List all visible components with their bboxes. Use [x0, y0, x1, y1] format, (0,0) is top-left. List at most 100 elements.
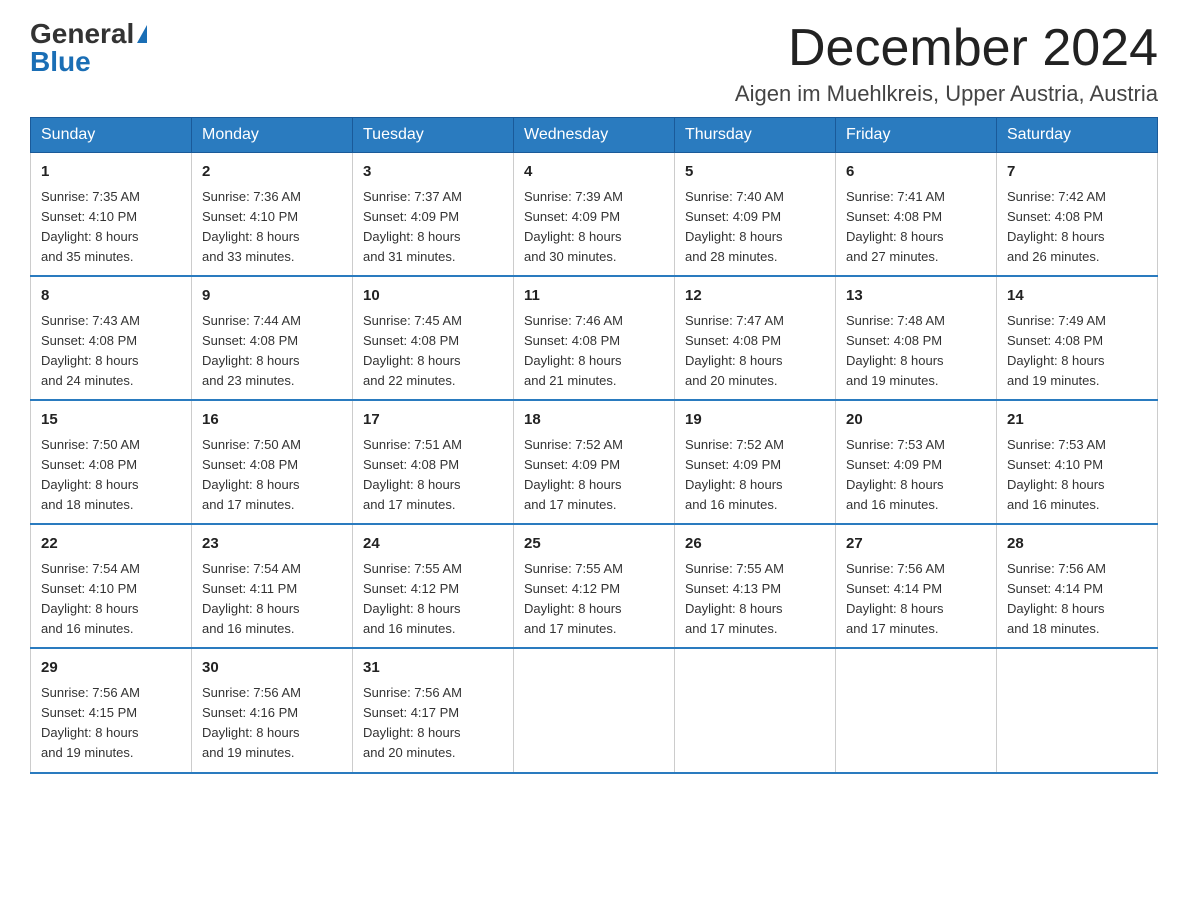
calendar-cell: 17 Sunrise: 7:51 AMSunset: 4:08 PMDaylig… [353, 400, 514, 524]
day-info: Sunrise: 7:56 AMSunset: 4:16 PMDaylight:… [202, 685, 301, 760]
day-info: Sunrise: 7:56 AMSunset: 4:17 PMDaylight:… [363, 685, 462, 760]
day-info: Sunrise: 7:56 AMSunset: 4:15 PMDaylight:… [41, 685, 140, 760]
calendar-cell: 24 Sunrise: 7:55 AMSunset: 4:12 PMDaylig… [353, 524, 514, 648]
day-info: Sunrise: 7:47 AMSunset: 4:08 PMDaylight:… [685, 313, 784, 388]
calendar-cell: 11 Sunrise: 7:46 AMSunset: 4:08 PMDaylig… [514, 276, 675, 400]
calendar-table: SundayMondayTuesdayWednesdayThursdayFrid… [30, 117, 1158, 773]
day-info: Sunrise: 7:52 AMSunset: 4:09 PMDaylight:… [524, 437, 623, 512]
day-number: 22 [41, 533, 181, 556]
calendar-cell: 31 Sunrise: 7:56 AMSunset: 4:17 PMDaylig… [353, 648, 514, 772]
page-header: General Blue December 2024 Aigen im Mueh… [30, 20, 1158, 107]
calendar-cell: 25 Sunrise: 7:55 AMSunset: 4:12 PMDaylig… [514, 524, 675, 648]
calendar-cell: 6 Sunrise: 7:41 AMSunset: 4:08 PMDayligh… [836, 153, 997, 277]
calendar-cell: 20 Sunrise: 7:53 AMSunset: 4:09 PMDaylig… [836, 400, 997, 524]
day-number: 6 [846, 161, 986, 184]
day-info: Sunrise: 7:55 AMSunset: 4:12 PMDaylight:… [363, 561, 462, 636]
day-number: 23 [202, 533, 342, 556]
day-number: 28 [1007, 533, 1147, 556]
day-info: Sunrise: 7:42 AMSunset: 4:08 PMDaylight:… [1007, 189, 1106, 264]
day-info: Sunrise: 7:48 AMSunset: 4:08 PMDaylight:… [846, 313, 945, 388]
calendar-cell: 30 Sunrise: 7:56 AMSunset: 4:16 PMDaylig… [192, 648, 353, 772]
calendar-cell: 10 Sunrise: 7:45 AMSunset: 4:08 PMDaylig… [353, 276, 514, 400]
weekday-header-saturday: Saturday [997, 118, 1158, 153]
weekday-header-wednesday: Wednesday [514, 118, 675, 153]
day-number: 4 [524, 161, 664, 184]
day-info: Sunrise: 7:55 AMSunset: 4:13 PMDaylight:… [685, 561, 784, 636]
title-area: December 2024 Aigen im Muehlkreis, Upper… [735, 20, 1158, 107]
calendar-header-row: SundayMondayTuesdayWednesdayThursdayFrid… [31, 118, 1158, 153]
weekday-header-sunday: Sunday [31, 118, 192, 153]
day-info: Sunrise: 7:35 AMSunset: 4:10 PMDaylight:… [41, 189, 140, 264]
day-number: 27 [846, 533, 986, 556]
day-info: Sunrise: 7:54 AMSunset: 4:10 PMDaylight:… [41, 561, 140, 636]
calendar-week-row: 22 Sunrise: 7:54 AMSunset: 4:10 PMDaylig… [31, 524, 1158, 648]
calendar-week-row: 29 Sunrise: 7:56 AMSunset: 4:15 PMDaylig… [31, 648, 1158, 772]
calendar-cell: 1 Sunrise: 7:35 AMSunset: 4:10 PMDayligh… [31, 153, 192, 277]
day-info: Sunrise: 7:56 AMSunset: 4:14 PMDaylight:… [1007, 561, 1106, 636]
day-number: 10 [363, 285, 503, 308]
calendar-cell [997, 648, 1158, 772]
day-number: 17 [363, 409, 503, 432]
calendar-cell [836, 648, 997, 772]
calendar-cell: 27 Sunrise: 7:56 AMSunset: 4:14 PMDaylig… [836, 524, 997, 648]
day-number: 1 [41, 161, 181, 184]
day-number: 13 [846, 285, 986, 308]
calendar-cell: 26 Sunrise: 7:55 AMSunset: 4:13 PMDaylig… [675, 524, 836, 648]
day-number: 21 [1007, 409, 1147, 432]
day-number: 26 [685, 533, 825, 556]
day-info: Sunrise: 7:44 AMSunset: 4:08 PMDaylight:… [202, 313, 301, 388]
calendar-cell: 2 Sunrise: 7:36 AMSunset: 4:10 PMDayligh… [192, 153, 353, 277]
calendar-cell: 22 Sunrise: 7:54 AMSunset: 4:10 PMDaylig… [31, 524, 192, 648]
day-info: Sunrise: 7:37 AMSunset: 4:09 PMDaylight:… [363, 189, 462, 264]
calendar-cell: 3 Sunrise: 7:37 AMSunset: 4:09 PMDayligh… [353, 153, 514, 277]
day-info: Sunrise: 7:54 AMSunset: 4:11 PMDaylight:… [202, 561, 301, 636]
location-subtitle: Aigen im Muehlkreis, Upper Austria, Aust… [735, 81, 1158, 107]
calendar-cell: 5 Sunrise: 7:40 AMSunset: 4:09 PMDayligh… [675, 153, 836, 277]
logo-general-text: General [30, 20, 134, 48]
weekday-header-friday: Friday [836, 118, 997, 153]
logo-blue-text: Blue [30, 48, 91, 76]
calendar-week-row: 15 Sunrise: 7:50 AMSunset: 4:08 PMDaylig… [31, 400, 1158, 524]
day-number: 8 [41, 285, 181, 308]
calendar-cell: 8 Sunrise: 7:43 AMSunset: 4:08 PMDayligh… [31, 276, 192, 400]
calendar-cell: 7 Sunrise: 7:42 AMSunset: 4:08 PMDayligh… [997, 153, 1158, 277]
day-number: 19 [685, 409, 825, 432]
day-number: 9 [202, 285, 342, 308]
calendar-cell: 13 Sunrise: 7:48 AMSunset: 4:08 PMDaylig… [836, 276, 997, 400]
day-number: 15 [41, 409, 181, 432]
day-number: 5 [685, 161, 825, 184]
day-info: Sunrise: 7:43 AMSunset: 4:08 PMDaylight:… [41, 313, 140, 388]
day-number: 18 [524, 409, 664, 432]
weekday-header-monday: Monday [192, 118, 353, 153]
day-number: 12 [685, 285, 825, 308]
logo-triangle-icon [137, 25, 147, 43]
calendar-cell: 18 Sunrise: 7:52 AMSunset: 4:09 PMDaylig… [514, 400, 675, 524]
day-info: Sunrise: 7:55 AMSunset: 4:12 PMDaylight:… [524, 561, 623, 636]
calendar-cell: 29 Sunrise: 7:56 AMSunset: 4:15 PMDaylig… [31, 648, 192, 772]
calendar-cell: 15 Sunrise: 7:50 AMSunset: 4:08 PMDaylig… [31, 400, 192, 524]
day-info: Sunrise: 7:50 AMSunset: 4:08 PMDaylight:… [41, 437, 140, 512]
day-number: 29 [41, 657, 181, 680]
month-title: December 2024 [735, 20, 1158, 77]
weekday-header-tuesday: Tuesday [353, 118, 514, 153]
day-number: 24 [363, 533, 503, 556]
calendar-week-row: 1 Sunrise: 7:35 AMSunset: 4:10 PMDayligh… [31, 153, 1158, 277]
calendar-cell: 9 Sunrise: 7:44 AMSunset: 4:08 PMDayligh… [192, 276, 353, 400]
day-info: Sunrise: 7:56 AMSunset: 4:14 PMDaylight:… [846, 561, 945, 636]
day-info: Sunrise: 7:51 AMSunset: 4:08 PMDaylight:… [363, 437, 462, 512]
day-info: Sunrise: 7:49 AMSunset: 4:08 PMDaylight:… [1007, 313, 1106, 388]
day-number: 7 [1007, 161, 1147, 184]
day-number: 2 [202, 161, 342, 184]
calendar-week-row: 8 Sunrise: 7:43 AMSunset: 4:08 PMDayligh… [31, 276, 1158, 400]
day-info: Sunrise: 7:40 AMSunset: 4:09 PMDaylight:… [685, 189, 784, 264]
day-info: Sunrise: 7:45 AMSunset: 4:08 PMDaylight:… [363, 313, 462, 388]
day-number: 25 [524, 533, 664, 556]
logo: General Blue [30, 20, 147, 76]
calendar-cell: 23 Sunrise: 7:54 AMSunset: 4:11 PMDaylig… [192, 524, 353, 648]
calendar-cell: 12 Sunrise: 7:47 AMSunset: 4:08 PMDaylig… [675, 276, 836, 400]
day-number: 30 [202, 657, 342, 680]
day-info: Sunrise: 7:36 AMSunset: 4:10 PMDaylight:… [202, 189, 301, 264]
weekday-header-thursday: Thursday [675, 118, 836, 153]
calendar-cell: 19 Sunrise: 7:52 AMSunset: 4:09 PMDaylig… [675, 400, 836, 524]
day-number: 20 [846, 409, 986, 432]
